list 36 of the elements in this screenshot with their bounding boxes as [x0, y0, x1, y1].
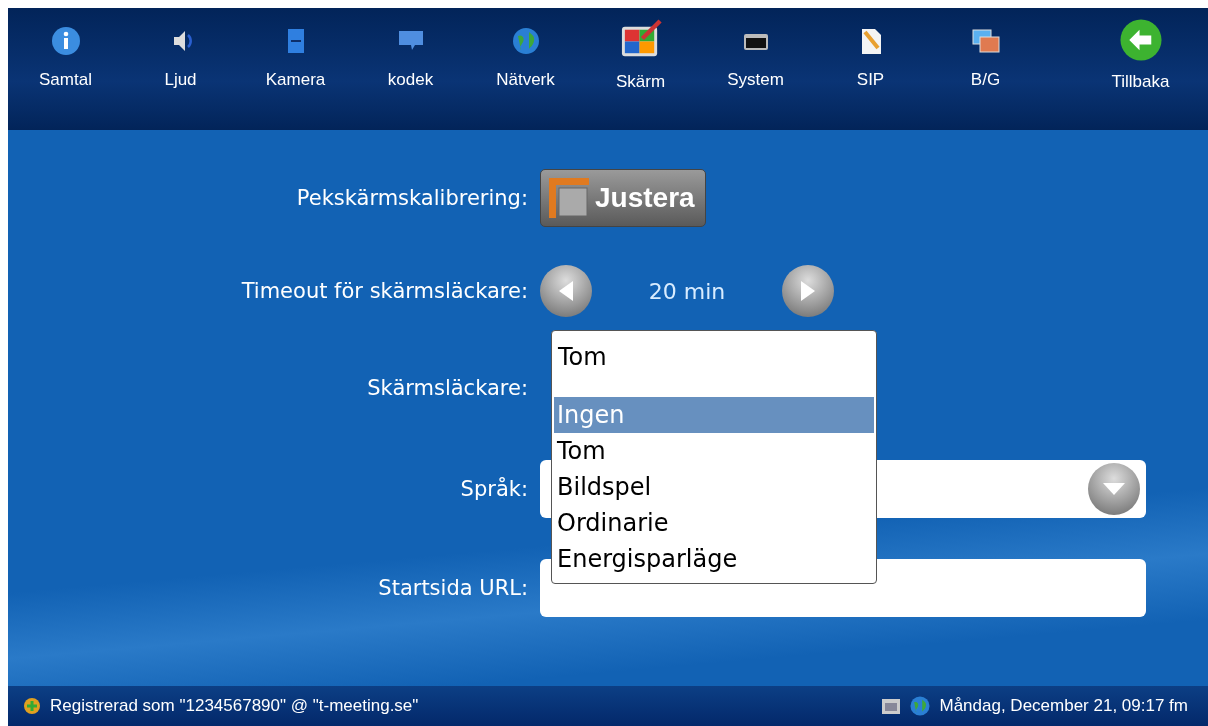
nav-tab[interactable]: kodek	[353, 8, 468, 90]
nav-tab[interactable]: Ljud	[123, 8, 238, 90]
field-label: Timeout för skärmsläckare:	[240, 279, 529, 303]
next-button[interactable]	[782, 265, 834, 317]
right-triangle-icon	[801, 281, 815, 301]
previous-button[interactable]	[540, 265, 592, 317]
nav-tab[interactable]: Nätverk	[468, 8, 583, 90]
dropdown-option[interactable]: Energisparläge	[554, 541, 874, 577]
down-triangle-icon	[1103, 483, 1125, 495]
field-label: Pekskärmskalibrering:	[295, 186, 529, 210]
nav-tab[interactable]: System	[698, 8, 813, 90]
back-button[interactable]: Tillbaka	[1083, 8, 1198, 92]
pictures-icon	[970, 26, 1001, 56]
dropdown-option[interactable]: Bildspel	[554, 469, 874, 505]
nav-tab[interactable]: B/G	[928, 8, 1043, 90]
nav-tab[interactable]: Skärm	[583, 8, 698, 92]
dropdown-option[interactable]: Tom	[554, 433, 874, 469]
left-triangle-icon	[559, 281, 573, 301]
date-time: Måndag, December 21, 09:17 fm	[939, 696, 1188, 716]
globe-icon	[510, 26, 541, 56]
globe-icon	[909, 695, 932, 717]
registration-status: Registrerad som "1234567890" @ "t-meeting.se"	[50, 696, 419, 716]
field-label: Skärmsläckare:	[366, 376, 529, 400]
dropdown-option[interactable]: Ordinarie	[554, 505, 874, 541]
network-status-icon	[22, 696, 42, 716]
adjust-button[interactable]: Justera	[540, 169, 706, 227]
timeout-value: 20 min	[647, 278, 727, 304]
field-label: Språk:	[459, 477, 529, 501]
dropdown-button[interactable]	[1088, 463, 1140, 515]
nav-tab[interactable]: Samtal	[8, 8, 123, 90]
field-label: Startsida URL:	[377, 576, 529, 600]
info-icon	[50, 26, 81, 56]
nav-tab[interactable]: Kamera	[238, 8, 353, 90]
dropdown-value[interactable]: Tom	[554, 335, 874, 397]
nav-tab[interactable]: SIP	[813, 8, 928, 90]
window-icon	[881, 696, 902, 716]
